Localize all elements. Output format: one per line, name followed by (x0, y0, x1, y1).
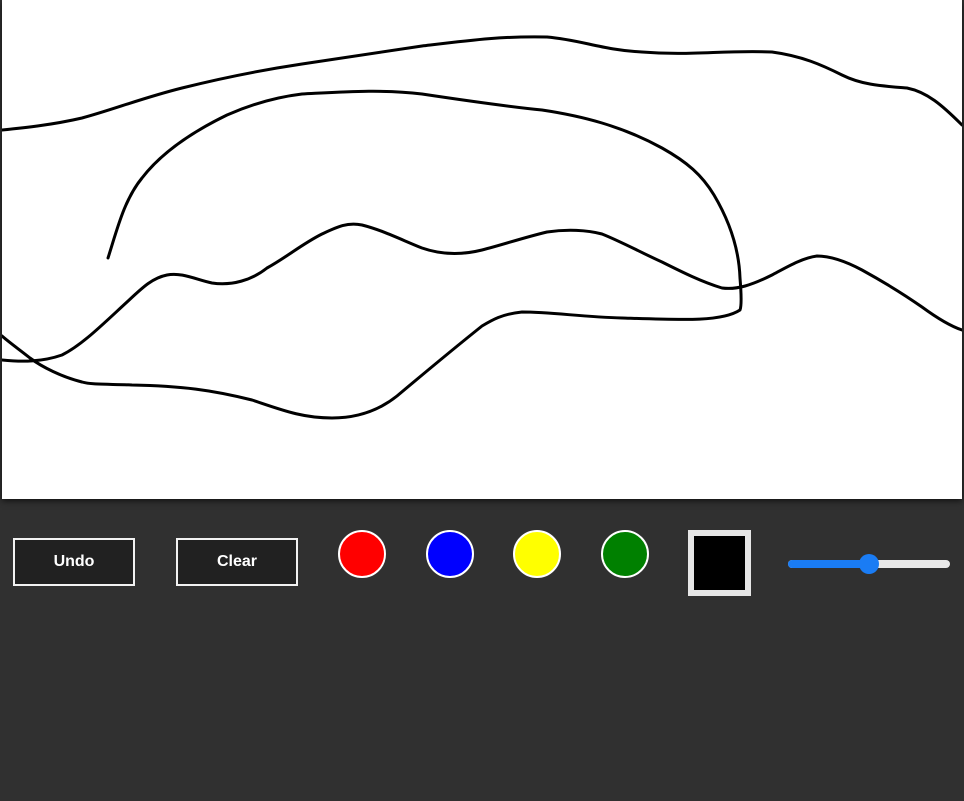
color-swatch-green[interactable] (601, 530, 649, 578)
stroke-2 (2, 89, 743, 420)
stroke-1 (2, 35, 962, 132)
color-swatch-red[interactable] (338, 530, 386, 578)
stroke-3 (2, 222, 962, 363)
clear-button[interactable]: Clear (176, 538, 298, 586)
drawing-app: Undo Clear (0, 0, 964, 801)
slider-fill (788, 560, 869, 568)
current-color-picker[interactable] (688, 530, 751, 596)
toolbar: Undo Clear (0, 502, 964, 622)
undo-button[interactable]: Undo (13, 538, 135, 586)
canvas-area (0, 0, 964, 502)
drawing-canvas[interactable] (2, 0, 962, 499)
brush-size-slider[interactable] (788, 554, 950, 574)
color-swatch-yellow[interactable] (513, 530, 561, 578)
slider-thumb[interactable] (859, 554, 879, 574)
canvas-drawing[interactable] (2, 0, 962, 499)
color-swatch-blue[interactable] (426, 530, 474, 578)
